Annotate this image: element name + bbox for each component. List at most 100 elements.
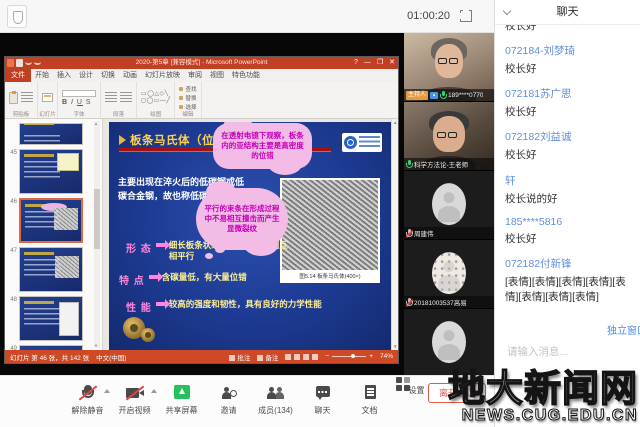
participant-tile[interactable]: 20181003537高易	[404, 240, 494, 308]
chat-message-list[interactable]: 校长好 072184-刘梦琦 校长好 072181苏广思 校长好 072182刘…	[495, 25, 640, 311]
tab-home[interactable]: 开始	[31, 69, 53, 82]
shared-screen-region: 2020-第5章 [兼容模式] - Microsoft PowerPoint ?…	[0, 33, 404, 375]
powerpoint-window: 2020-第5章 [兼容模式] - Microsoft PowerPoint ?…	[5, 57, 398, 363]
shapes-gallery-icon[interactable]: ▭◯△◇╲ ◻◯▭—╱	[141, 91, 170, 105]
close-icon[interactable]: ✕	[389, 57, 395, 69]
ribbon-group-clipboard[interactable]: 剪贴板	[5, 82, 38, 118]
slide-thumbnail-partial[interactable]	[7, 123, 92, 145]
zoom-percent[interactable]: 74%	[380, 353, 393, 360]
tab-slideshow[interactable]: 幻灯片放映	[141, 69, 184, 82]
arrow-icon	[156, 243, 165, 247]
zoom-control[interactable]: − +	[325, 353, 373, 360]
tab-transitions[interactable]: 切换	[97, 69, 119, 82]
camera-off-icon	[125, 385, 145, 401]
paste-icon[interactable]	[9, 92, 18, 104]
view-switcher-icons[interactable]	[285, 354, 318, 360]
mic-on-icon	[440, 91, 446, 100]
unmute-button[interactable]: 解除静音	[64, 376, 111, 427]
chat-sender-name: 072182刘益诚	[505, 129, 630, 144]
slide-thumbnail-47[interactable]: 47	[7, 247, 92, 292]
find-item[interactable]: 查找	[179, 85, 196, 93]
powerpoint-app-icon	[7, 59, 14, 67]
align-icon[interactable]	[120, 92, 132, 104]
zoom-in-icon[interactable]: +	[369, 353, 373, 360]
ppt-quick-access-toolbar[interactable]	[7, 59, 41, 67]
help-icon[interactable]: ?	[354, 57, 358, 69]
glasses	[438, 58, 458, 64]
chat-panel-title: 聊天	[495, 0, 640, 25]
university-logo	[342, 133, 382, 152]
font-name-box[interactable]	[62, 90, 96, 97]
participant-tile[interactable]	[404, 309, 494, 375]
slide-thumbnail-49[interactable]: 49	[7, 345, 92, 350]
tab-review[interactable]: 审阅	[184, 69, 206, 82]
tab-design[interactable]: 设计	[75, 69, 97, 82]
slide-thumbnail-46-selected[interactable]: 46	[7, 198, 92, 243]
fullscreen-toggle-icon[interactable]	[460, 10, 472, 22]
camera-options-arrow-icon[interactable]	[151, 389, 157, 393]
zoom-slider[interactable]	[332, 356, 366, 357]
undo-icon[interactable]	[25, 59, 32, 65]
participant-tile-teacher[interactable]: 科学方法论-王老师	[404, 102, 494, 170]
meeting-duration-timer: 01:00:20	[407, 10, 450, 22]
comments-button[interactable]: 批注	[229, 352, 250, 362]
clipboard-actions-icon[interactable]	[21, 92, 33, 104]
docs-button[interactable]: 文档	[346, 376, 393, 427]
ribbon-group-editing[interactable]: 查找 替换 选择 编辑	[175, 82, 201, 118]
thumbnail-scrollbar[interactable]	[94, 121, 100, 348]
participant-name: 科学方法论-王老师	[414, 159, 468, 169]
tab-file[interactable]: 文件	[5, 69, 31, 82]
restore-icon[interactable]: ❐	[377, 57, 383, 69]
minimize-icon[interactable]: —	[364, 57, 371, 69]
chat-sender-name: 072181苏广思	[505, 86, 630, 101]
save-icon[interactable]	[16, 59, 23, 67]
slide-editor-area: 板条马氏体（位错马氏体） 在透射电镜下观察，板条内的亚结构主要是高密度的位错	[103, 119, 398, 350]
slide-counter: 幻灯片 第 46 张，共 142 张	[10, 352, 89, 362]
members-button[interactable]: 成员(134)	[252, 376, 299, 427]
tab-view[interactable]: 视图	[206, 69, 228, 82]
new-slide-icon[interactable]	[42, 93, 53, 102]
tab-animations[interactable]: 动画	[119, 69, 141, 82]
notes-button[interactable]: 备注	[257, 352, 278, 362]
mic-on-icon	[406, 160, 412, 169]
share-screen-icon	[172, 385, 192, 401]
participant-tile-host[interactable]: 主持人 189****0770	[404, 33, 494, 101]
slide-thumbnail-45[interactable]: 45	[7, 149, 92, 194]
meeting-security-shield-icon[interactable]	[7, 5, 27, 28]
start-video-button[interactable]: 开启视频	[111, 376, 158, 427]
comments-icon	[229, 355, 235, 361]
slide-thumbnail-48[interactable]: 48	[7, 296, 92, 341]
ribbon-group-slides[interactable]: 幻灯片	[38, 82, 58, 118]
redo-icon[interactable]	[34, 59, 41, 65]
chat-button[interactable]: 聊天	[299, 376, 346, 427]
host-badge: 主持人	[406, 91, 428, 100]
slide-title-bullet-icon	[119, 135, 126, 145]
chat-message-text: 校长好	[505, 62, 630, 77]
font-format-icons[interactable]: B I U S	[62, 99, 96, 106]
ppt-window-buttons[interactable]: ? — ❐ ✕	[354, 57, 395, 69]
share-screen-button[interactable]: 共享屏幕	[158, 376, 205, 427]
invite-button[interactable]: 邀请	[205, 376, 252, 427]
language-indicator[interactable]: 中文(中国)	[96, 352, 126, 362]
popout-chat-link[interactable]: 独立窗口	[607, 322, 640, 337]
chat-message-input[interactable]	[505, 345, 630, 359]
ribbon-group-font[interactable]: B I U S 字体	[58, 82, 101, 118]
participant-tile[interactable]: 周建伟	[404, 171, 494, 239]
chat-panel: 聊天 校长好 072184-刘梦琦 校长好 072181苏广思 校长好 0721…	[494, 0, 640, 427]
tab-special-features[interactable]: 特色功能	[228, 69, 264, 82]
arrow-icon	[156, 302, 165, 306]
zoom-out-icon[interactable]: −	[325, 353, 329, 360]
editor-scrollbar[interactable]	[391, 119, 398, 350]
chat-footer: 独立窗口	[495, 311, 640, 427]
ribbon-group-paragraph[interactable]: 段落	[101, 82, 137, 118]
notes-icon	[257, 355, 263, 361]
mic-options-arrow-icon[interactable]	[104, 389, 110, 393]
replace-item[interactable]: 替换	[179, 94, 196, 102]
chat-sender-name: 072182付新锋	[505, 256, 630, 271]
ppt-window-title: 2020-第5章 [兼容模式] - Microsoft PowerPoint	[5, 57, 398, 69]
bullet-list-icon[interactable]	[105, 92, 117, 104]
chat-header: 聊天	[495, 0, 640, 25]
leave-meeting-button[interactable]: 离开会议	[428, 383, 486, 403]
tab-insert[interactable]: 插入	[53, 69, 75, 82]
ribbon-group-drawing[interactable]: ▭◯△◇╲ ◻◯▭—╱ 绘图	[137, 82, 175, 118]
